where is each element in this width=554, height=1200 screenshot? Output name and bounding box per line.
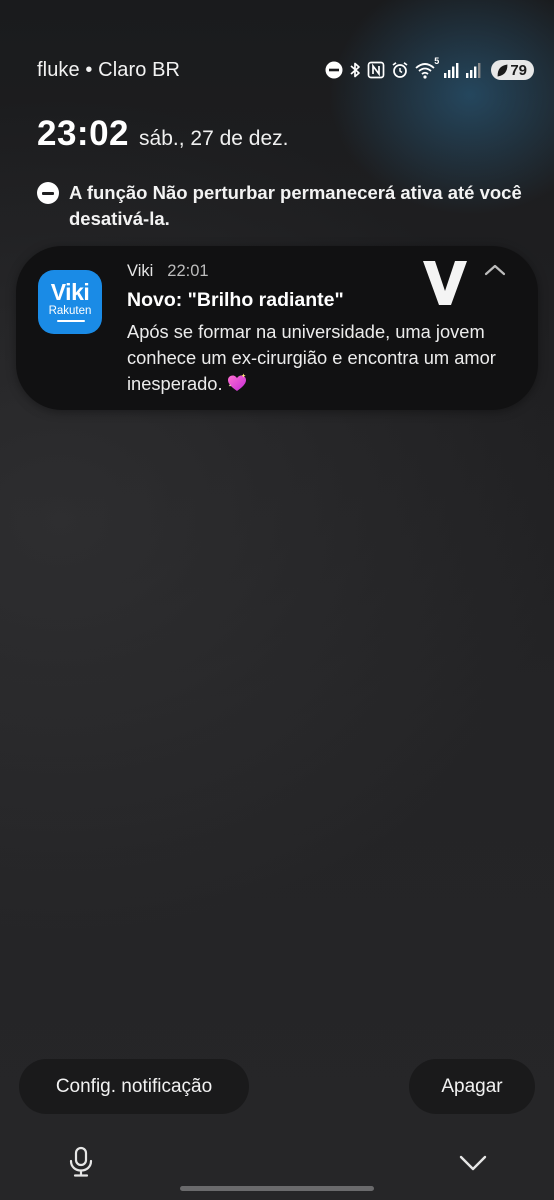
sparkling-heart-icon: [227, 373, 246, 391]
status-icons: 5 79: [325, 56, 534, 80]
notification-header: Viki 22:01: [127, 262, 209, 281]
notification-title: Novo: "Brilho radiante": [127, 289, 344, 311]
home-indicator[interactable]: [180, 1186, 374, 1191]
signal-icon-secondary: [465, 61, 481, 79]
clock-time: 23:02: [37, 114, 130, 153]
signal-icon: [443, 61, 459, 79]
alarm-icon: [391, 61, 409, 79]
battery-icon: 79: [491, 60, 534, 80]
dnd-notice[interactable]: A função Não perturbar permanecerá ativa…: [37, 180, 524, 232]
app-icon-sub: Rakuten: [48, 305, 92, 317]
bluetooth-icon: [349, 61, 361, 79]
nfc-icon: [367, 61, 385, 79]
viki-app-icon: Viki Rakuten: [38, 270, 102, 334]
notification-settings-button[interactable]: Config. notificação: [19, 1059, 249, 1114]
app-icon-underline: [57, 320, 85, 322]
lock-clock: 23:02 sáb., 27 de dez.: [37, 114, 288, 154]
wifi-icon: 5: [415, 56, 439, 79]
v-logo-icon: [423, 261, 467, 305]
dnd-icon: [37, 182, 59, 204]
app-icon-brand: Viki: [50, 279, 90, 305]
battery-level: 79: [510, 61, 527, 79]
dnd-status-icon: [325, 61, 343, 79]
status-bar: fluke • Claro BR 5 79: [37, 56, 534, 84]
collapse-chevron-icon[interactable]: [482, 260, 508, 280]
notification-card[interactable]: Viki Rakuten Viki 22:01 Novo: "Brilho ra…: [16, 246, 538, 410]
dnd-notice-text: A função Não perturbar permanecerá ativa…: [69, 182, 522, 229]
notification-app-name: Viki: [127, 262, 154, 280]
clear-button[interactable]: Apagar: [409, 1059, 535, 1114]
microphone-icon[interactable]: [68, 1146, 94, 1178]
leaf-icon: [497, 64, 508, 76]
notification-time: 22:01: [167, 262, 209, 280]
notification-body: Após se formar na universidade, uma jove…: [127, 319, 522, 397]
clock-date: sáb., 27 de dez.: [139, 127, 289, 150]
carrier-label: fluke • Claro BR: [37, 58, 181, 81]
chevron-down-icon[interactable]: [457, 1152, 489, 1174]
wifi-badge: 5: [434, 56, 440, 66]
notification-body-text: Após se formar na universidade, uma jove…: [127, 321, 496, 394]
